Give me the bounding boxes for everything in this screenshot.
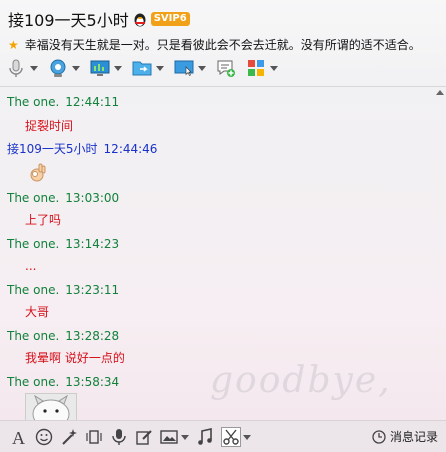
chevron-down-icon[interactable]: [72, 65, 80, 71]
message-header: 接109一天5小时 12:44:46: [7, 141, 157, 157]
message-header: The one. 13:28:28: [7, 328, 119, 344]
microphone-icon: [9, 59, 23, 77]
scroll-up-arrow[interactable]: [436, 90, 444, 95]
sender-name: The one.: [7, 375, 60, 389]
shake-window-icon[interactable]: [85, 428, 103, 446]
message-time: 13:28:28: [65, 329, 120, 343]
chevron-down-icon[interactable]: [198, 65, 206, 71]
file-transfer-icon: [132, 61, 152, 76]
chevron-down-icon[interactable]: [181, 434, 189, 440]
title-row: 接109一天5小时 SVIP6: [8, 8, 190, 30]
message-item: The one. 13:58:34: [0, 374, 119, 390]
qq-penguin-icon: [134, 13, 146, 26]
chevron-down-icon[interactable]: [243, 434, 251, 440]
message-header: The one. 13:23:11: [7, 282, 119, 298]
add-chat-icon: [217, 60, 235, 77]
apps-grid-icon: [248, 60, 264, 76]
message-text: 上了吗: [25, 213, 62, 227]
chevron-down-icon[interactable]: [270, 65, 278, 71]
sender-name: The one.: [7, 95, 60, 109]
image-icon[interactable]: [160, 428, 178, 446]
message-text: 大哥: [25, 305, 50, 319]
top-toolbar: [6, 54, 288, 82]
message-history-button[interactable]: 消息记录: [372, 428, 438, 445]
chat-title: 接109一天5小时: [8, 11, 129, 30]
sender-name: The one.: [7, 283, 60, 297]
message-text: 我晕啊 说好一点的: [25, 351, 125, 365]
sender-name: 接109一天5小时: [7, 142, 98, 156]
ok-hand-icon: [30, 163, 46, 182]
signature-row: ★ 幸福没有天生就是一对。只是看彼此会不会去迁就。没有所谓的适不适合。: [8, 36, 421, 53]
chat-window: 接109一天5小时 SVIP6 ★ 幸福没有天生就是一对。只是看彼此会不会去迁就…: [0, 0, 446, 452]
message-item: The one. 13:28:28: [0, 328, 119, 344]
message-text: 捉裂时间: [25, 119, 74, 133]
message-item: The one. 12:44:11: [0, 94, 119, 110]
file-transfer-button[interactable]: [132, 58, 164, 78]
chevron-down-icon[interactable]: [30, 65, 38, 71]
message-item: The one. 13:03:00: [0, 190, 119, 206]
edit-icon[interactable]: [135, 428, 153, 446]
message-header: The one. 13:58:34: [7, 374, 119, 390]
video-call-button[interactable]: [48, 58, 80, 78]
message-time: 13:23:11: [65, 283, 120, 297]
emoji-icon[interactable]: [35, 428, 53, 446]
remote-assist-icon: [90, 60, 110, 76]
screen-share-button[interactable]: [174, 58, 206, 78]
sender-name: The one.: [7, 191, 60, 205]
sticker-image[interactable]: [25, 393, 77, 421]
voice-call-button[interactable]: [6, 58, 38, 78]
voice-message-icon[interactable]: [110, 428, 128, 446]
message-item: The one. 13:23:11: [0, 282, 119, 298]
sender-name: The one.: [7, 237, 60, 251]
message-header: The one. 13:03:00: [7, 190, 119, 206]
magic-wand-icon[interactable]: [60, 428, 78, 446]
toolbar-divider: [0, 86, 446, 87]
message-time: 13:58:34: [65, 375, 120, 389]
input-toolbar-icons: A: [10, 427, 251, 447]
apps-button[interactable]: [246, 58, 278, 78]
screenshot-scissors-icon[interactable]: [221, 427, 241, 447]
svg-text:A: A: [12, 428, 25, 446]
input-toolbar: A 消息记录: [0, 420, 446, 452]
message-list[interactable]: The one. 12:44:11 捉裂时间 接109一天5小时 12:44:46 …: [0, 88, 434, 418]
star-icon: ★: [8, 37, 19, 52]
add-chat-button[interactable]: [216, 58, 236, 78]
chevron-down-icon[interactable]: [156, 65, 164, 71]
webcam-icon: [50, 59, 66, 77]
message-text: ...: [25, 259, 37, 273]
message-time: 13:14:23: [65, 237, 120, 251]
message-item: 接109一天5小时 12:44:46: [0, 141, 157, 157]
music-icon[interactable]: [196, 428, 214, 446]
clock-icon: [372, 429, 386, 444]
history-label: 消息记录: [389, 430, 438, 444]
chevron-down-icon[interactable]: [114, 65, 122, 71]
screen-share-icon: [174, 60, 194, 76]
remote-assist-button[interactable]: [90, 58, 122, 78]
message-header: The one. 13:14:23: [7, 236, 119, 252]
message-time: 12:44:46: [103, 142, 158, 156]
signature-text: 幸福没有天生就是一对。只是看彼此会不会去迁就。没有所谓的适不适合。: [24, 38, 421, 52]
vip-badge[interactable]: SVIP6: [150, 12, 190, 26]
message-item: The one. 13:14:23: [0, 236, 119, 252]
message-header: The one. 12:44:11: [7, 94, 119, 110]
cat-face-icon: [26, 394, 76, 420]
message-time: 12:44:11: [65, 95, 120, 109]
font-icon[interactable]: A: [10, 428, 28, 446]
sender-name: The one.: [7, 329, 60, 343]
message-time: 13:03:00: [65, 191, 120, 205]
